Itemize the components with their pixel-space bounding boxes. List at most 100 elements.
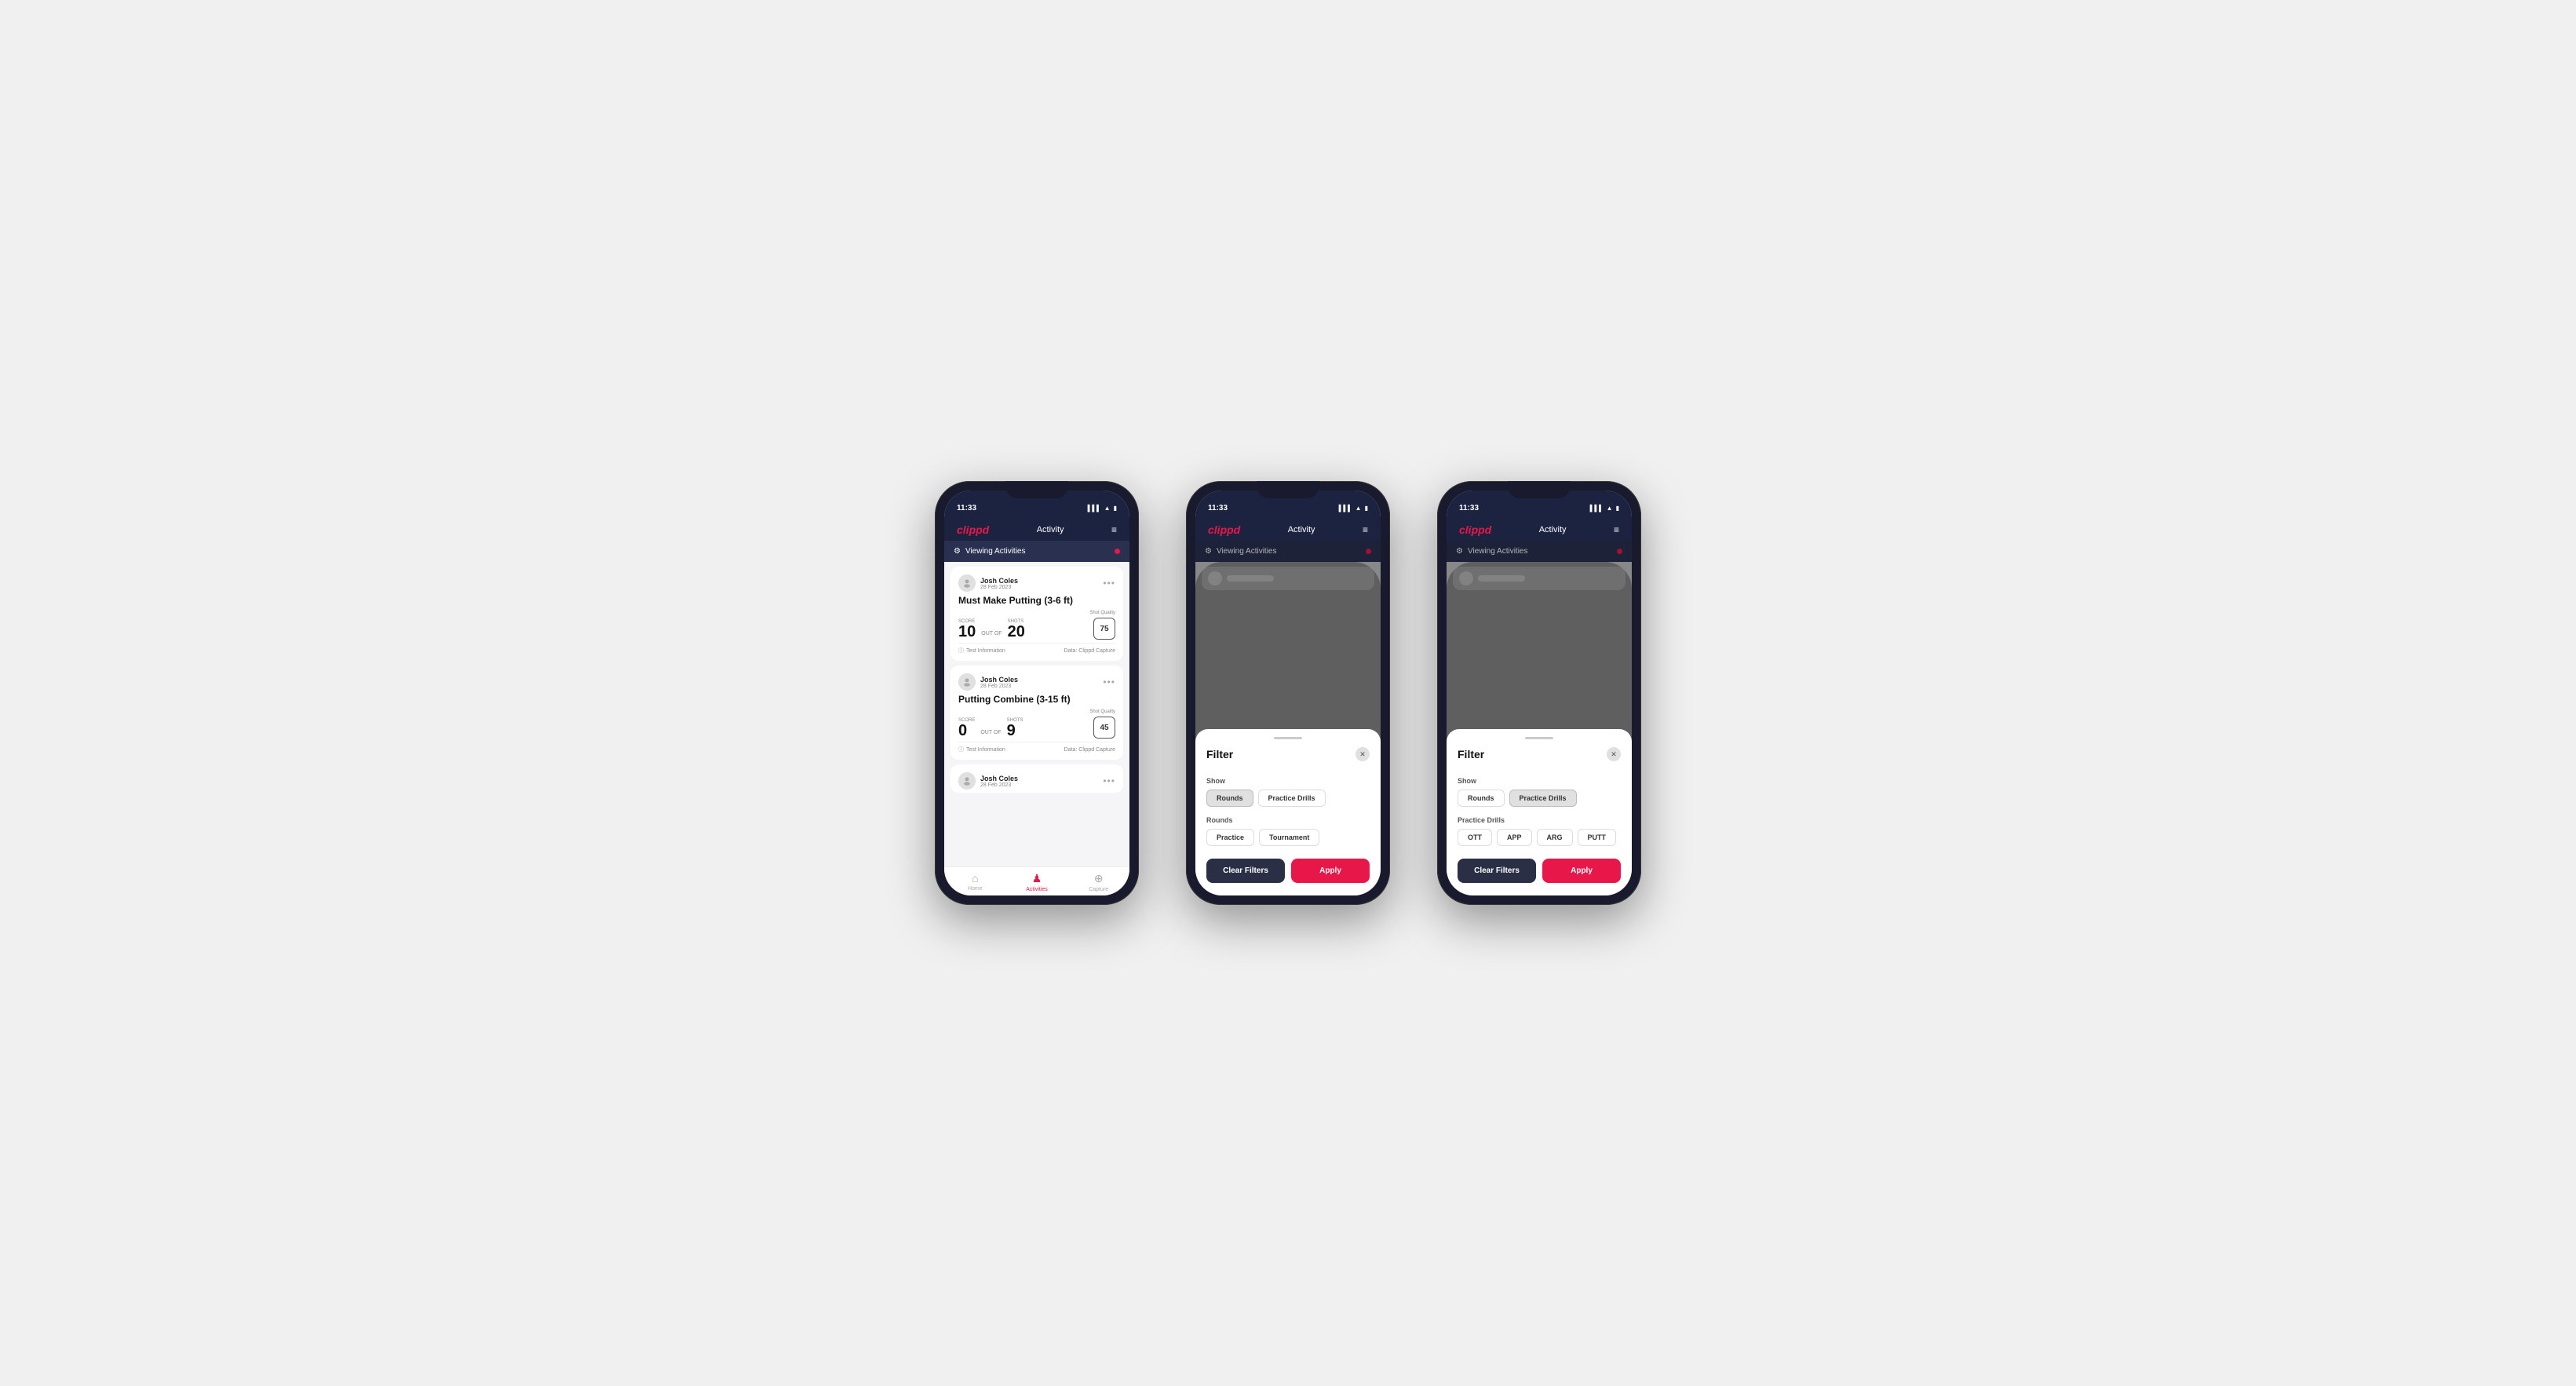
sq-badge-1: 75 — [1093, 618, 1115, 640]
footer-data-1: Data: Clippd Capture — [1064, 648, 1115, 654]
viewing-dot-1 — [1115, 549, 1120, 554]
viewing-bar-bg-3: ⚙ Viewing Activities — [1447, 541, 1632, 562]
signal-icon-1: ▌▌▌ — [1088, 505, 1101, 512]
phone-3: 11:33 ▌▌▌ ▲ ▮ clippd Activity ≡ ⚙ Viewin… — [1437, 481, 1641, 905]
viewing-bar-bg-2: ⚙ Viewing Activities — [1195, 541, 1381, 562]
practice-drills-btn-2[interactable]: Practice Drills — [1258, 790, 1326, 807]
arg-btn-3[interactable]: ARG — [1537, 829, 1573, 846]
phones-container: 11:33 ▌▌▌ ▲ ▮ clippd Activity ≡ ⚙ Viewin… — [935, 481, 1641, 905]
phone-notch-1 — [1005, 481, 1068, 498]
filter-overlay-2: Filter ✕ Show Rounds Practice Drills Rou… — [1195, 562, 1381, 895]
status-time-2: 11:33 — [1208, 504, 1228, 512]
more-dots-3[interactable]: ••• — [1103, 775, 1115, 786]
more-dots-2[interactable]: ••• — [1103, 677, 1115, 688]
card-stats-1: Score 10 OUT OF Shots 20 Shot Quality 75 — [958, 611, 1115, 640]
activity-card-2[interactable]: Josh Coles 28 Feb 2023 ••• Putting Combi… — [950, 666, 1123, 760]
sq-label-1: Shot Quality — [1089, 611, 1115, 615]
score-value-2: 0 — [958, 723, 975, 739]
practice-drills-btn-3[interactable]: Practice Drills — [1509, 790, 1577, 807]
phone-1-inner: 11:33 ▌▌▌ ▲ ▮ clippd Activity ≡ ⚙ Viewin… — [944, 491, 1129, 895]
menu-icon-3[interactable]: ≡ — [1614, 524, 1619, 535]
close-button-3[interactable]: ✕ — [1607, 747, 1621, 761]
status-icons-2: ▌▌▌ ▲ ▮ — [1339, 505, 1368, 512]
phone-notch-2 — [1257, 481, 1319, 498]
user-date-2: 28 Feb 2023 — [980, 684, 1103, 689]
app-logo-3: clippd — [1459, 523, 1491, 536]
clear-filters-btn-3[interactable]: Clear Filters — [1458, 859, 1536, 883]
user-name-1: Josh Coles — [980, 577, 1103, 585]
rounds-btn-2[interactable]: Rounds — [1206, 790, 1253, 807]
capture-icon-1: ⊕ — [1094, 872, 1104, 885]
tab-home-1[interactable]: ⌂ Home — [944, 872, 1006, 892]
viewing-dot-bg-3 — [1617, 549, 1622, 554]
status-icons-3: ▌▌▌ ▲ ▮ — [1590, 505, 1619, 512]
rounds-btn-3[interactable]: Rounds — [1458, 790, 1505, 807]
rounds-filter-buttons-2: Practice Tournament — [1206, 829, 1370, 846]
phone-2: 11:33 ▌▌▌ ▲ ▮ clippd Activity ≡ ⚙ Viewin… — [1186, 481, 1390, 905]
status-icons-1: ▌▌▌ ▲ ▮ — [1088, 505, 1117, 512]
nav-title-2: Activity — [1288, 525, 1315, 534]
show-label-3: Show — [1458, 777, 1621, 785]
status-time-1: 11:33 — [957, 504, 976, 512]
viewing-icon-1: ⚙ — [954, 547, 961, 556]
show-filter-buttons-2: Rounds Practice Drills — [1206, 790, 1370, 807]
filter-title-3: Filter — [1458, 748, 1484, 760]
out-of-2: OUT OF — [980, 730, 1001, 735]
sheet-header-2: Filter ✕ — [1206, 747, 1370, 768]
activity-card-1[interactable]: Josh Coles 28 Feb 2023 ••• Must Make Put… — [950, 567, 1123, 661]
score-group-1: Score 10 — [958, 619, 976, 640]
sheet-handle-3 — [1525, 737, 1553, 739]
filter-sheet-2: Filter ✕ Show Rounds Practice Drills Rou… — [1195, 729, 1381, 895]
footer-info-2: ⓘ Test Information — [958, 746, 1005, 753]
viewing-text-1: Viewing Activities — [965, 547, 1026, 556]
clear-filters-btn-2[interactable]: Clear Filters — [1206, 859, 1285, 883]
menu-icon-1[interactable]: ≡ — [1111, 524, 1117, 535]
practice-type-btn-2[interactable]: Practice — [1206, 829, 1254, 846]
footer-info-1: ⓘ Test Information — [958, 647, 1005, 655]
menu-icon-2[interactable]: ≡ — [1363, 524, 1368, 535]
viewing-bar-1[interactable]: ⚙ Viewing Activities — [944, 541, 1129, 562]
info-text-2: Test Information — [966, 747, 1005, 753]
close-button-2[interactable]: ✕ — [1356, 747, 1370, 761]
user-info-2: Josh Coles 28 Feb 2023 — [980, 676, 1103, 689]
show-label-2: Show — [1206, 777, 1370, 785]
sheet-footer-2: Clear Filters Apply — [1206, 859, 1370, 883]
phone-3-inner: 11:33 ▌▌▌ ▲ ▮ clippd Activity ≡ ⚙ Viewin… — [1447, 491, 1632, 895]
viewing-dot-bg-2 — [1366, 549, 1371, 554]
signal-icon-3: ▌▌▌ — [1590, 505, 1604, 512]
tab-bar-1: ⌂ Home ♟ Activities ⊕ Capture — [944, 866, 1129, 895]
shot-quality-wrapper-1: Shot Quality 75 — [1089, 611, 1115, 640]
apply-btn-3[interactable]: Apply — [1542, 859, 1621, 883]
drills-filter-buttons-3: OTT APP ARG PUTT — [1458, 829, 1621, 846]
activity-card-3: Josh Coles 28 Feb 2023 ••• — [950, 764, 1123, 793]
activity-list-1: Josh Coles 28 Feb 2023 ••• Must Make Put… — [944, 562, 1129, 866]
putt-btn-3[interactable]: PUTT — [1578, 829, 1617, 846]
tab-activities-1[interactable]: ♟ Activities — [1006, 872, 1068, 892]
signal-icon-2: ▌▌▌ — [1339, 505, 1352, 512]
tournament-btn-2[interactable]: Tournament — [1259, 829, 1319, 846]
phone-1: 11:33 ▌▌▌ ▲ ▮ clippd Activity ≡ ⚙ Viewin… — [935, 481, 1139, 905]
sheet-handle-2 — [1274, 737, 1302, 739]
filter-overlay-3: Filter ✕ Show Rounds Practice Drills Pra… — [1447, 562, 1632, 895]
tab-capture-1[interactable]: ⊕ Capture — [1067, 872, 1129, 892]
activities-icon-1: ♟ — [1032, 872, 1042, 885]
user-name-2: Josh Coles — [980, 676, 1103, 684]
ott-btn-3[interactable]: OTT — [1458, 829, 1492, 846]
home-icon-1: ⌂ — [972, 872, 978, 884]
practice-drills-section-label-3: Practice Drills — [1458, 816, 1621, 824]
shot-quality-wrapper-2: Shot Quality 45 — [1089, 709, 1115, 739]
shots-group-2: Shots 9 — [1007, 718, 1023, 739]
bg-content-3: Filter ✕ Show Rounds Practice Drills Pra… — [1447, 562, 1632, 895]
user-name-3: Josh Coles — [980, 775, 1103, 782]
score-value-1: 10 — [958, 624, 976, 640]
nav-bar-1: clippd Activity ≡ — [944, 519, 1129, 541]
apply-btn-2[interactable]: Apply — [1291, 859, 1370, 883]
nav-title-3: Activity — [1539, 525, 1567, 534]
user-date-3: 28 Feb 2023 — [980, 782, 1103, 788]
app-btn-3[interactable]: APP — [1497, 829, 1532, 846]
more-dots-1[interactable]: ••• — [1103, 578, 1115, 589]
info-icon-1: ⓘ — [958, 647, 964, 655]
battery-icon-3: ▮ — [1616, 505, 1619, 512]
battery-icon-2: ▮ — [1365, 505, 1368, 512]
card-stats-2: Score 0 OUT OF Shots 9 Shot Quality 45 — [958, 709, 1115, 739]
